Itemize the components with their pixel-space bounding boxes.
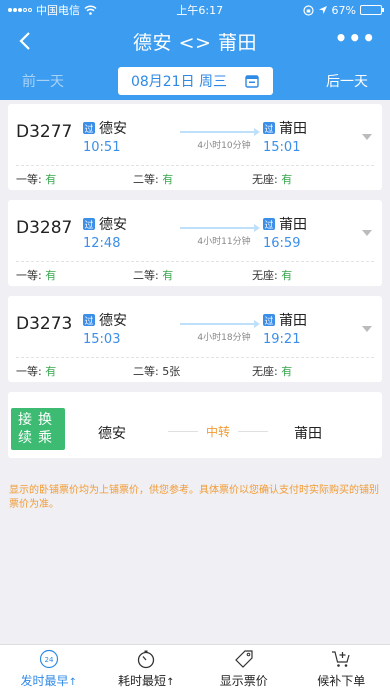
- battery-icon: [360, 5, 384, 15]
- via-badge: 过: [83, 122, 95, 135]
- next-day-button[interactable]: 后一天: [326, 71, 368, 91]
- seat-first-class: 一等: 有: [16, 269, 57, 282]
- tab-label: 显示票价: [219, 674, 268, 688]
- departure-time: 12:48: [83, 236, 121, 251]
- svg-text:24: 24: [44, 656, 53, 664]
- seat-standing: 无座: 有: [252, 269, 293, 282]
- tab-label: 候补下单: [317, 674, 366, 688]
- transfer-option[interactable]: 接换 续乘 德安 中转 莆田: [8, 392, 382, 458]
- arrival-time: 19:21: [263, 332, 301, 347]
- departure-time: 10:51: [83, 140, 121, 155]
- via-badge: 过: [83, 314, 95, 327]
- train-card[interactable]: D3287 过德安 12:48 4小时11分钟 过莆田 16:59 一等: 有 …: [8, 200, 382, 286]
- prev-day-button[interactable]: 前一天: [22, 71, 64, 91]
- page-title: 德安 <> 莆田: [133, 31, 257, 54]
- seat-first-class: 一等: 有: [16, 365, 57, 378]
- trip-duration: 4小时18分钟: [197, 333, 251, 343]
- calendar-icon: [245, 75, 259, 88]
- expand-chevron-icon[interactable]: [362, 134, 372, 140]
- trip-duration: 4小时10分钟: [197, 141, 251, 151]
- location-icon: [318, 6, 327, 14]
- sort-arrow-icon: ↑: [68, 677, 77, 688]
- departure-station-name: 德安: [99, 313, 127, 329]
- more-button[interactable]: •••: [335, 28, 376, 48]
- trip-duration: 4小时11分钟: [197, 237, 251, 247]
- header-bar: 中国电信 上午6:17 67% 德安 <> 莆田 ••• 前一天 08月21日 …: [0, 0, 390, 100]
- departure-station-name: 德安: [99, 217, 127, 233]
- arrival-time: 16:59: [263, 236, 301, 251]
- tab-label: 发时最早: [20, 674, 69, 688]
- lock-rotation-icon: [302, 4, 314, 16]
- arrival-station: 过莆田: [263, 310, 307, 330]
- tab-earliest-departure[interactable]: 24 发时最早↑: [0, 645, 98, 694]
- stopwatch-icon: [135, 648, 157, 670]
- tab-waitlist-order[interactable]: 候补下单: [293, 645, 390, 694]
- arrival-time: 15:01: [263, 140, 301, 155]
- expand-chevron-icon[interactable]: [362, 230, 372, 236]
- clock-24-icon: 24: [38, 648, 60, 670]
- seat-second-class: 二等: 有: [133, 269, 174, 282]
- card-divider: [16, 165, 374, 166]
- arrival-station-name: 莆田: [279, 121, 307, 137]
- expand-chevron-icon[interactable]: [362, 326, 372, 332]
- card-divider: [16, 261, 374, 262]
- seat-standing: 无座: 有: [252, 173, 293, 186]
- sort-arrow-icon: ↑: [166, 677, 175, 688]
- seat-first-class: 一等: 有: [16, 173, 57, 186]
- departure-station-name: 德安: [99, 121, 127, 137]
- transfer-badge-line1: 接换: [18, 412, 58, 428]
- cart-plus-icon: [330, 648, 352, 670]
- seat-standing: 无座: 有: [252, 365, 293, 378]
- wifi-icon: [84, 5, 97, 15]
- signal-icon: [8, 8, 32, 12]
- route-arrow: [180, 224, 260, 232]
- transfer-from-station: 德安: [98, 426, 126, 442]
- tab-shortest-duration[interactable]: 耗时最短↑: [98, 645, 196, 694]
- transfer-middle-label: 中转: [168, 423, 268, 440]
- train-card[interactable]: D3277 过德安 10:51 4小时10分钟 过莆田 15:01 一等: 有 …: [8, 104, 382, 190]
- arrival-station: 过莆田: [263, 214, 307, 234]
- departure-station: 过德安: [83, 214, 127, 234]
- via-badge: 过: [263, 122, 275, 135]
- price-tag-icon: [233, 648, 255, 670]
- arrival-station-name: 莆田: [279, 313, 307, 329]
- transfer-to-station: 莆田: [294, 426, 322, 442]
- status-bar: 中国电信 上午6:17 67%: [0, 0, 390, 20]
- train-number: D3273: [16, 314, 73, 334]
- date-picker[interactable]: 08月21日 周三: [117, 67, 273, 95]
- train-number: D3287: [16, 218, 73, 238]
- status-time: 上午6:17: [176, 4, 224, 17]
- departure-station: 过德安: [83, 118, 127, 138]
- back-button[interactable]: [10, 26, 40, 56]
- tab-show-price[interactable]: 显示票价: [195, 645, 293, 694]
- card-divider: [16, 357, 374, 358]
- route-arrow: [180, 320, 260, 328]
- via-badge: 过: [263, 314, 275, 327]
- via-badge: 过: [83, 218, 95, 231]
- selected-date: 08月21日 周三: [130, 74, 228, 90]
- train-number: D3277: [16, 122, 73, 142]
- arrival-station-name: 莆田: [279, 217, 307, 233]
- departure-time: 15:03: [83, 332, 121, 347]
- train-card[interactable]: D3273 过德安 15:03 4小时18分钟 过莆田 19:21 一等: 有 …: [8, 296, 382, 382]
- fare-notice: 显示的卧铺票价均为上铺票价，供您参考。具体票价以您确认支付时实际购买的铺别票价为…: [9, 485, 379, 510]
- via-badge: 过: [263, 218, 275, 231]
- tab-label: 耗时最短: [118, 674, 167, 688]
- transfer-badge-line2: 续乘: [18, 430, 58, 446]
- seat-second-class: 二等: 有: [133, 173, 174, 186]
- chevron-left-icon: [19, 32, 30, 50]
- departure-station: 过德安: [83, 310, 127, 330]
- battery-percent: 67%: [331, 3, 356, 17]
- arrival-station: 过莆田: [263, 118, 307, 138]
- route-arrow: [180, 128, 260, 136]
- bottom-tab-bar: 24 发时最早↑ 耗时最短↑ 显示票价 候补下单: [0, 644, 390, 694]
- transfer-badge[interactable]: 接换 续乘: [11, 408, 65, 450]
- seat-second-class: 二等: 5张: [133, 365, 181, 378]
- carrier-name: 中国电信: [36, 4, 80, 17]
